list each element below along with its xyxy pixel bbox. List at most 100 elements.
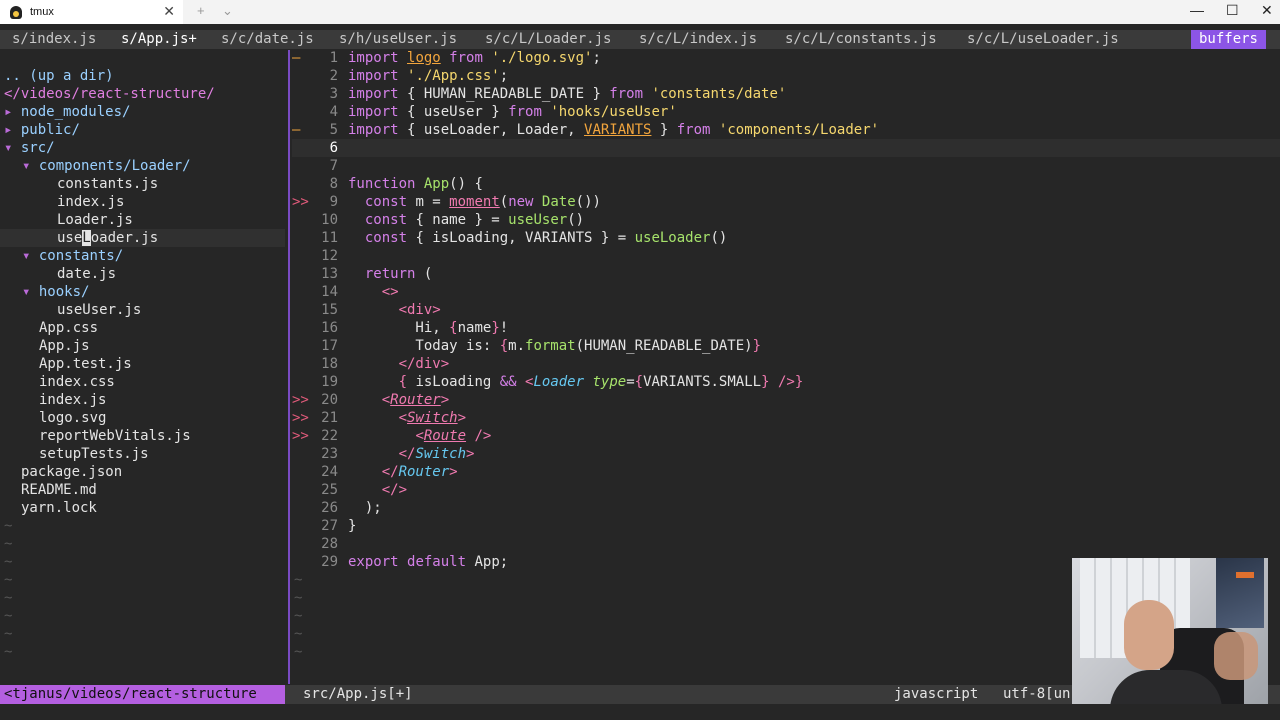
code-line: 18 </div> — [292, 355, 1280, 373]
buffer-tab-active[interactable]: s/App.js+ — [121, 31, 197, 47]
vertical-split-divider[interactable] — [288, 50, 290, 684]
linux-penguin-icon — [10, 5, 22, 19]
line-number: 16 — [321, 320, 338, 336]
tree-root-path[interactable]: </videos/react-structure/ — [0, 85, 285, 103]
code-text: import logo from './logo.svg'; — [348, 50, 601, 66]
maximize-icon[interactable]: ☐ — [1226, 2, 1239, 19]
webcam-background-poster — [1216, 558, 1264, 628]
tree-item-label: index.js — [57, 194, 125, 210]
code-text: import { HUMAN_READABLE_DATE } from 'con… — [348, 86, 787, 102]
buffer-tab[interactable]: s/h/useUser.js — [339, 31, 457, 47]
buffer-tab[interactable]: s/index.js — [12, 31, 96, 47]
tree-item-logo-svg[interactable]: logo.svg — [0, 409, 285, 427]
empty-line-marker: ~ — [4, 518, 13, 534]
code-text: </> — [381, 482, 408, 498]
line-number: 29 — [321, 554, 338, 570]
tree-item-components-loader[interactable]: ▾ components/Loader/ — [0, 157, 285, 175]
code-text: Today is: {m.format(HUMAN_READABLE_DATE)… — [348, 338, 762, 354]
code-line: 23 </Switch> — [292, 445, 1280, 463]
tree-item-package-json[interactable]: package.json — [0, 463, 285, 481]
code-line: 27} — [292, 517, 1280, 535]
buffer-tab[interactable]: s/c/L/constants.js — [785, 31, 937, 47]
empty-line-marker: ~ — [4, 626, 13, 642]
tree-item-public[interactable]: ▸ public/ — [0, 121, 285, 139]
window-titlebar: tmux ✕ + ⌄ — ☐ ✕ — [0, 0, 1280, 24]
tree-item-index-css[interactable]: index.css — [0, 373, 285, 391]
line-number: 2 — [329, 68, 338, 84]
folder-open-arrow-icon: ▾ — [22, 284, 31, 300]
buffer-line: s/index.js s/App.js+ s/c/date.js s/h/use… — [0, 30, 1280, 49]
code-line: 10 const { name } = useUser() — [292, 211, 1280, 229]
folder-open-arrow-icon: ▾ — [22, 158, 31, 174]
tree-item-yarn-lock[interactable]: yarn.lock — [0, 499, 285, 517]
code-text: <div> — [398, 302, 441, 318]
empty-line-marker: ~ — [4, 572, 13, 588]
code-line: 11 const { isLoading, VARIANTS } = useLo… — [292, 229, 1280, 247]
code-line: >> 20 <Router> — [292, 391, 1280, 409]
minimize-icon[interactable]: — — [1190, 2, 1204, 18]
line-number: 22 — [321, 428, 338, 444]
code-text: import { useUser } from 'hooks/useUser' — [348, 104, 677, 120]
tree-up-dir[interactable]: .. (up a dir) — [0, 67, 285, 85]
line-number: 24 — [321, 464, 338, 480]
tree-item-src[interactable]: ▾ src/ — [0, 139, 285, 157]
code-line: — 1 import logo from './logo.svg'; — [292, 49, 1280, 67]
line-number: 15 — [321, 302, 338, 318]
tree-item-index-js-root[interactable]: index.js — [0, 391, 285, 409]
code-text: <> — [381, 284, 399, 300]
terminal-tab[interactable]: tmux ✕ — [0, 0, 183, 24]
tree-item-useloader-js[interactable]: useLoader.js — [0, 229, 285, 247]
tree-item-constants-js[interactable]: constants.js — [0, 175, 285, 193]
tree-root-label: </videos/react-structure/ — [4, 86, 215, 102]
new-tab-icon[interactable]: + — [197, 3, 205, 18]
tree-item-app-js[interactable]: App.js — [0, 337, 285, 355]
buffer-tab[interactable]: s/c/L/useLoader.js — [967, 31, 1119, 47]
tree-item-label: README.md — [21, 482, 97, 498]
tree-item-label: public/ — [20, 122, 80, 138]
empty-line-marker: ~ — [4, 536, 13, 552]
code-line: 26 ); — [292, 499, 1280, 517]
tab-dropdown-icon[interactable]: ⌄ — [222, 3, 233, 19]
tree-item-reportwebvitals-js[interactable]: reportWebVitals.js — [0, 427, 285, 445]
text-cursor: L — [82, 230, 91, 246]
tree-item-label: date.js — [57, 266, 117, 282]
status-filetype: javascript — [894, 686, 979, 702]
buffer-tab[interactable]: s/c/L/Loader.js — [485, 31, 611, 47]
status-file-name: src/App.js[+] — [303, 686, 413, 702]
close-window-icon[interactable]: ✕ — [1261, 2, 1273, 19]
tree-item-useuser-js[interactable]: useUser.js — [0, 301, 285, 319]
error-sign: >> — [292, 428, 309, 444]
line-number-current: 6 — [329, 140, 338, 156]
tree-item-readme-md[interactable]: README.md — [0, 481, 285, 499]
tree-item-app-test-js[interactable]: App.test.js — [0, 355, 285, 373]
line-number: 1 — [329, 50, 338, 66]
tree-item-loader-js[interactable]: Loader.js — [0, 211, 285, 229]
error-sign: >> — [292, 392, 309, 408]
code-text: { isLoading && <Loader type={VARIANTS.SM… — [398, 374, 804, 390]
line-number: 25 — [321, 482, 338, 498]
tree-item-hooks[interactable]: ▾ hooks/ — [0, 283, 285, 301]
tree-item-node-modules[interactable]: ▸ node_modules/ — [0, 103, 285, 121]
tree-item-app-css[interactable]: App.css — [0, 319, 285, 337]
buffer-tab[interactable]: s/c/date.js — [221, 31, 314, 47]
tree-item-setuptests-js[interactable]: setupTests.js — [0, 445, 285, 463]
tree-item-index-js[interactable]: index.js — [0, 193, 285, 211]
buffer-tab[interactable]: s/c/L/index.js — [639, 31, 757, 47]
line-number: 26 — [321, 500, 338, 516]
tree-item-date-js[interactable]: date.js — [0, 265, 285, 283]
tree-item-label: constants/ — [38, 248, 124, 264]
code-text: import { useLoader, Loader, VARIANTS } f… — [348, 122, 880, 138]
code-text: import './App.css'; — [348, 68, 509, 84]
folder-closed-arrow-icon: ▸ — [4, 122, 13, 138]
tree-item-label: src/ — [20, 140, 55, 156]
code-line: 19 { isLoading && <Loader type={VARIANTS… — [292, 373, 1280, 391]
tree-item-constants[interactable]: ▾ constants/ — [0, 247, 285, 265]
error-sign: >> — [292, 410, 309, 426]
tree-item-label: Loader.js — [57, 212, 133, 228]
close-tab-icon[interactable]: ✕ — [163, 3, 175, 20]
code-text: const m = moment(new Date()) — [364, 194, 601, 210]
code-line: >> 22 <Route /> — [292, 427, 1280, 445]
code-line: 25 </> — [292, 481, 1280, 499]
code-line: 7 — [292, 157, 1280, 175]
tree-item-label: components/Loader/ — [38, 158, 191, 174]
